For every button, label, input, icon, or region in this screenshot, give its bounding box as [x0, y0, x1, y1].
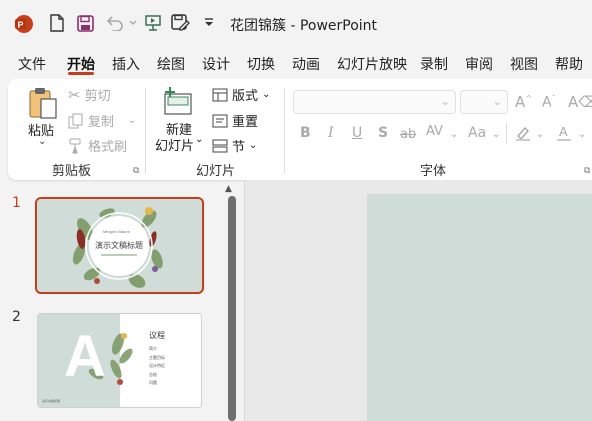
format-painter-button[interactable]: 格式刷 [68, 136, 127, 155]
font-color-dropdown-icon[interactable]: ⌄ [578, 129, 586, 140]
list-item: 设计特征 [149, 363, 165, 368]
powerpoint-logo-icon: P [15, 15, 33, 33]
cut-button[interactable]: ✂ 剪切 [68, 85, 111, 105]
format-painter-label: 格式刷 [88, 140, 128, 155]
reset-label: 重置 [232, 115, 259, 130]
shadow-button[interactable]: S [378, 125, 388, 141]
layout-button[interactable]: 版式 ⌄ [212, 85, 270, 104]
tab-animations[interactable]: 动画 [292, 54, 320, 74]
cut-label: 剪切 [84, 89, 111, 104]
title-bar: P 花团锦簇 - PowerPoint [0, 0, 592, 46]
new-file-icon[interactable] [46, 12, 68, 34]
clipboard-group-label: 剪贴板 [52, 164, 92, 179]
slide-thumbnail-1[interactable]: Mingxin Nature 演示文稿标题 [35, 197, 204, 294]
tab-view[interactable]: 视图 [510, 54, 538, 74]
window-title: 花团锦簇 - PowerPoint [230, 18, 378, 34]
list-item: 问题 [149, 380, 157, 385]
slide-number-2: 2 [12, 309, 21, 325]
copy-icon [68, 113, 83, 128]
layout-icon [212, 88, 228, 101]
font-name-dropdown-icon: ⌄ [440, 95, 450, 108]
font-group-label: 字体 [420, 164, 447, 179]
list-item: 主题目标 [149, 354, 165, 360]
clipboard-launcher-icon[interactable]: ⧉ [133, 166, 139, 176]
underline-button[interactable]: U [352, 125, 362, 141]
copy-label: 复制 [88, 115, 115, 130]
tab-design[interactable]: 设计 [202, 54, 230, 74]
layout-label: 版式 [232, 89, 259, 104]
character-spacing-button[interactable]: AV [426, 124, 443, 139]
section-button[interactable]: 节 ⌄ [212, 136, 257, 155]
slide-2-agenda-list: 简介 主题目标 设计特征 总结 问题 [149, 345, 165, 388]
slide-1-title: 演示文稿标题 [95, 241, 143, 250]
bold-button[interactable]: B [300, 125, 311, 141]
tab-file[interactable]: 文件 [18, 54, 46, 74]
slide-canvas[interactable] [367, 194, 592, 421]
font-launcher-icon[interactable]: ⧉ [584, 166, 590, 176]
highlight-icon[interactable] [514, 124, 532, 142]
change-case-dropdown-icon[interactable]: ⌄ [492, 129, 500, 140]
slide-2-big-letter: A [64, 324, 106, 389]
new-slide-label-2[interactable]: 幻灯片 [155, 135, 194, 154]
layout-dropdown-icon: ⌄ [262, 89, 271, 100]
reset-icon [212, 114, 228, 127]
scrollbar-thumb[interactable] [228, 196, 236, 421]
customize-icon[interactable] [198, 12, 220, 34]
change-case-button[interactable]: Aa [468, 125, 486, 141]
copy-dropdown-icon: ⌄ [128, 115, 137, 126]
font-divider [506, 122, 507, 144]
tab-record[interactable]: 录制 [420, 54, 448, 74]
slide-thumbnail-2[interactable]: A 议程 简介 主题目标 设计特征 总结 问题 演示文稿标题 [37, 313, 202, 408]
list-item: 总结 [149, 371, 157, 377]
agenda-slide-image [38, 314, 201, 407]
copy-button[interactable]: 复制 ⌄ [68, 111, 136, 130]
new-slide-icon[interactable] [163, 86, 195, 116]
scroll-up-arrow-icon[interactable]: ▲ [225, 184, 232, 194]
slide-2-heading: 议程 [149, 331, 165, 340]
svg-text:P: P [17, 20, 23, 30]
tab-home[interactable]: 开始 [67, 54, 95, 74]
strikethrough-button[interactable]: ab [400, 127, 416, 142]
font-size-combo[interactable]: ⌄ [460, 90, 508, 114]
grow-font-icon[interactable]: A^ [515, 93, 532, 111]
active-tab-indicator [68, 72, 94, 75]
scissors-icon: ✂ [68, 85, 81, 104]
group-divider [145, 88, 146, 174]
save-icon[interactable] [74, 12, 96, 34]
undo-dropdown-icon[interactable] [122, 12, 144, 34]
slides-group-label: 幻灯片 [196, 164, 236, 179]
slide-1-subtitle: Mingxin Nature [103, 229, 130, 234]
character-spacing-dropdown-icon[interactable]: ⌄ [450, 129, 458, 140]
tab-transitions[interactable]: 切换 [247, 54, 275, 74]
tab-review[interactable]: 审阅 [465, 54, 493, 74]
tab-draw[interactable]: 绘图 [157, 54, 185, 74]
present-icon[interactable] [142, 12, 164, 34]
svg-text:A: A [559, 124, 568, 139]
new-slide-dropdown-icon[interactable]: ⌄ [195, 134, 203, 145]
paste-icon[interactable] [28, 86, 58, 120]
tab-slideshow[interactable]: 幻灯片放映 [337, 54, 407, 74]
tab-insert[interactable]: 插入 [112, 54, 140, 74]
italic-button[interactable]: I [328, 125, 334, 141]
font-size-dropdown-icon: ⌄ [492, 95, 502, 108]
slide-2-footer: 演示文稿标题 [42, 399, 61, 403]
font-color-icon[interactable]: A [556, 124, 572, 142]
section-icon [212, 139, 228, 152]
group-divider [284, 88, 285, 174]
list-item: 简介 [149, 346, 157, 351]
highlight-dropdown-icon[interactable]: ⌄ [536, 129, 544, 140]
section-dropdown-icon: ⌄ [249, 140, 258, 151]
reset-button[interactable]: 重置 [212, 111, 258, 130]
font-name-combo[interactable]: ⌄ [293, 90, 456, 114]
save-as-icon[interactable] [170, 12, 192, 34]
slide-number-1: 1 [12, 195, 21, 211]
clear-formatting-icon[interactable]: A⌫ [568, 93, 592, 111]
paste-dropdown-icon[interactable]: ⌄ [38, 136, 46, 147]
paintbrush-icon [69, 138, 81, 153]
shrink-font-icon[interactable]: Aˇ [542, 94, 556, 111]
tab-help[interactable]: 帮助 [555, 54, 583, 74]
section-label: 节 [232, 140, 246, 155]
